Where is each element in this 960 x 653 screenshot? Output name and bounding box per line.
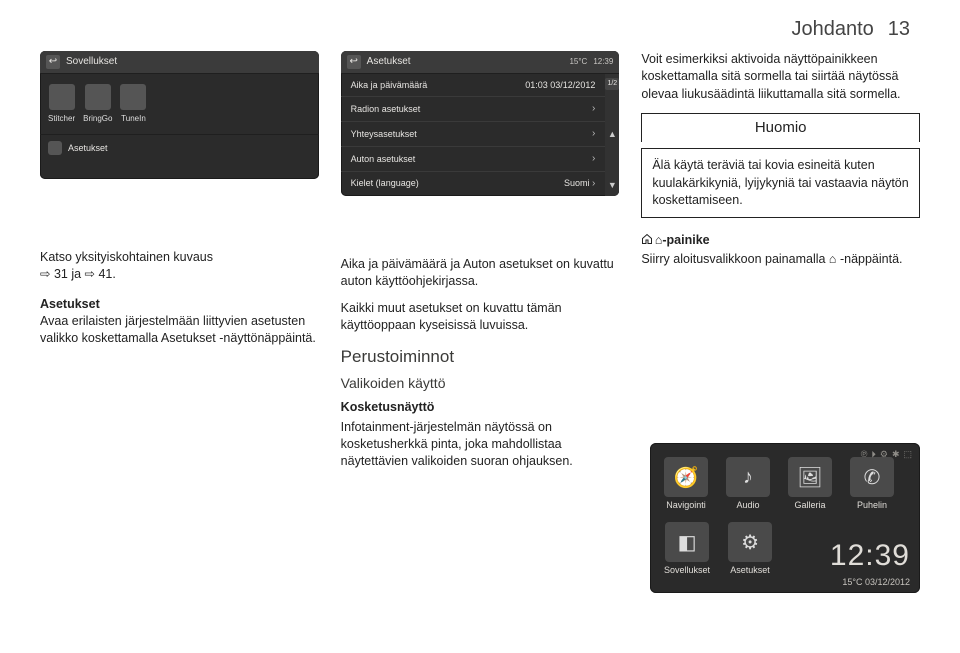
settings-row: Kielet (language)Suomi › <box>341 172 606 196</box>
app-tile: TuneIn <box>120 84 146 124</box>
col2-p2: Kaikki muut asetukset on kuvattu tämän k… <box>341 300 620 335</box>
col3-p1: Voit esimerkiksi aktivoida näyttöpainikk… <box>641 51 920 103</box>
ref-text: Katso yksityiskohtainen kuvaus ⇨ 31 ja ⇨… <box>40 249 319 284</box>
settings-row: Aika ja päivämäärä01:03 03/12/2012 <box>341 74 606 97</box>
back-icon: ↩ <box>347 55 361 69</box>
section-title: Perustoiminnot <box>341 345 620 368</box>
notice-title: Huomio <box>641 113 920 143</box>
back-icon: ↩ <box>46 55 60 69</box>
col2-p1: Aika ja päivämäärä ja Auton asetukset on… <box>341 256 620 291</box>
home-date: 15°C 03/12/2012 <box>842 577 910 587</box>
status-temp: 15°C <box>569 56 587 67</box>
notice-box: Älä käytä teräviä tai kovia esineitä kut… <box>641 148 920 218</box>
scroll-up-icon: ▲ <box>608 128 617 140</box>
home-button-body: Siirry aloitusvalikkoon painamalla ⌂ -nä… <box>641 251 920 268</box>
gear-icon <box>48 141 62 155</box>
settings-row: Yhteysasetukset› <box>341 122 606 147</box>
settings-row: Radion asetukset› <box>341 97 606 122</box>
home-icon <box>641 233 653 245</box>
scrollbar: 1/2 ▲ ▼ <box>605 74 619 196</box>
scroll-down-icon: ▼ <box>608 179 617 191</box>
settings-row: Auton asetukset› <box>341 147 606 172</box>
apps-title: Sovellukset <box>66 55 313 69</box>
apps-footer: Asetukset <box>68 142 108 154</box>
page-number: 13 <box>888 18 910 41</box>
status-time: 12:39 <box>593 56 613 67</box>
col2-body: Infotainment-järjestelmän näytössä on ko… <box>341 419 620 471</box>
subsection-title: Valikoiden käyttö <box>341 374 620 393</box>
home-clock: 12:39 <box>830 539 910 573</box>
screenshot-apps: ↩ Sovellukset Stitcher BringGo TuneIn As… <box>40 51 319 179</box>
asetukset-heading: Asetukset <box>40 296 319 313</box>
asetukset-body: Avaa erilaisten järjestelmään liittyvien… <box>40 313 319 348</box>
home-tile: ⚙Asetukset <box>728 522 772 575</box>
home-tile: 🖼Galleria <box>788 457 832 510</box>
home-tile: 🧭Navigointi <box>664 457 708 510</box>
screenshot-settings: ↩ Asetukset 15°C 12:39 Aika ja päivämäär… <box>341 51 620 196</box>
app-tile: BringGo <box>83 84 112 124</box>
status-icons: ℗ ⏵ ⚙ ✱ ⬚ <box>861 449 912 460</box>
screenshot-home: ℗ ⏵ ⚙ ✱ ⬚ 🧭Navigointi ♪Audio 🖼Galleria ✆… <box>650 443 920 593</box>
topic-title: Kosketusnäyttö <box>341 399 620 416</box>
settings-title: Asetukset <box>367 55 564 69</box>
app-tile: Stitcher <box>48 84 75 124</box>
home-button-heading: ⌂-painike <box>641 232 920 249</box>
page-title: Johdanto <box>791 18 873 41</box>
home-tile: ◧Sovellukset <box>664 522 710 575</box>
home-tile: ♪Audio <box>726 457 770 510</box>
home-tile: ✆Puhelin <box>850 457 894 510</box>
